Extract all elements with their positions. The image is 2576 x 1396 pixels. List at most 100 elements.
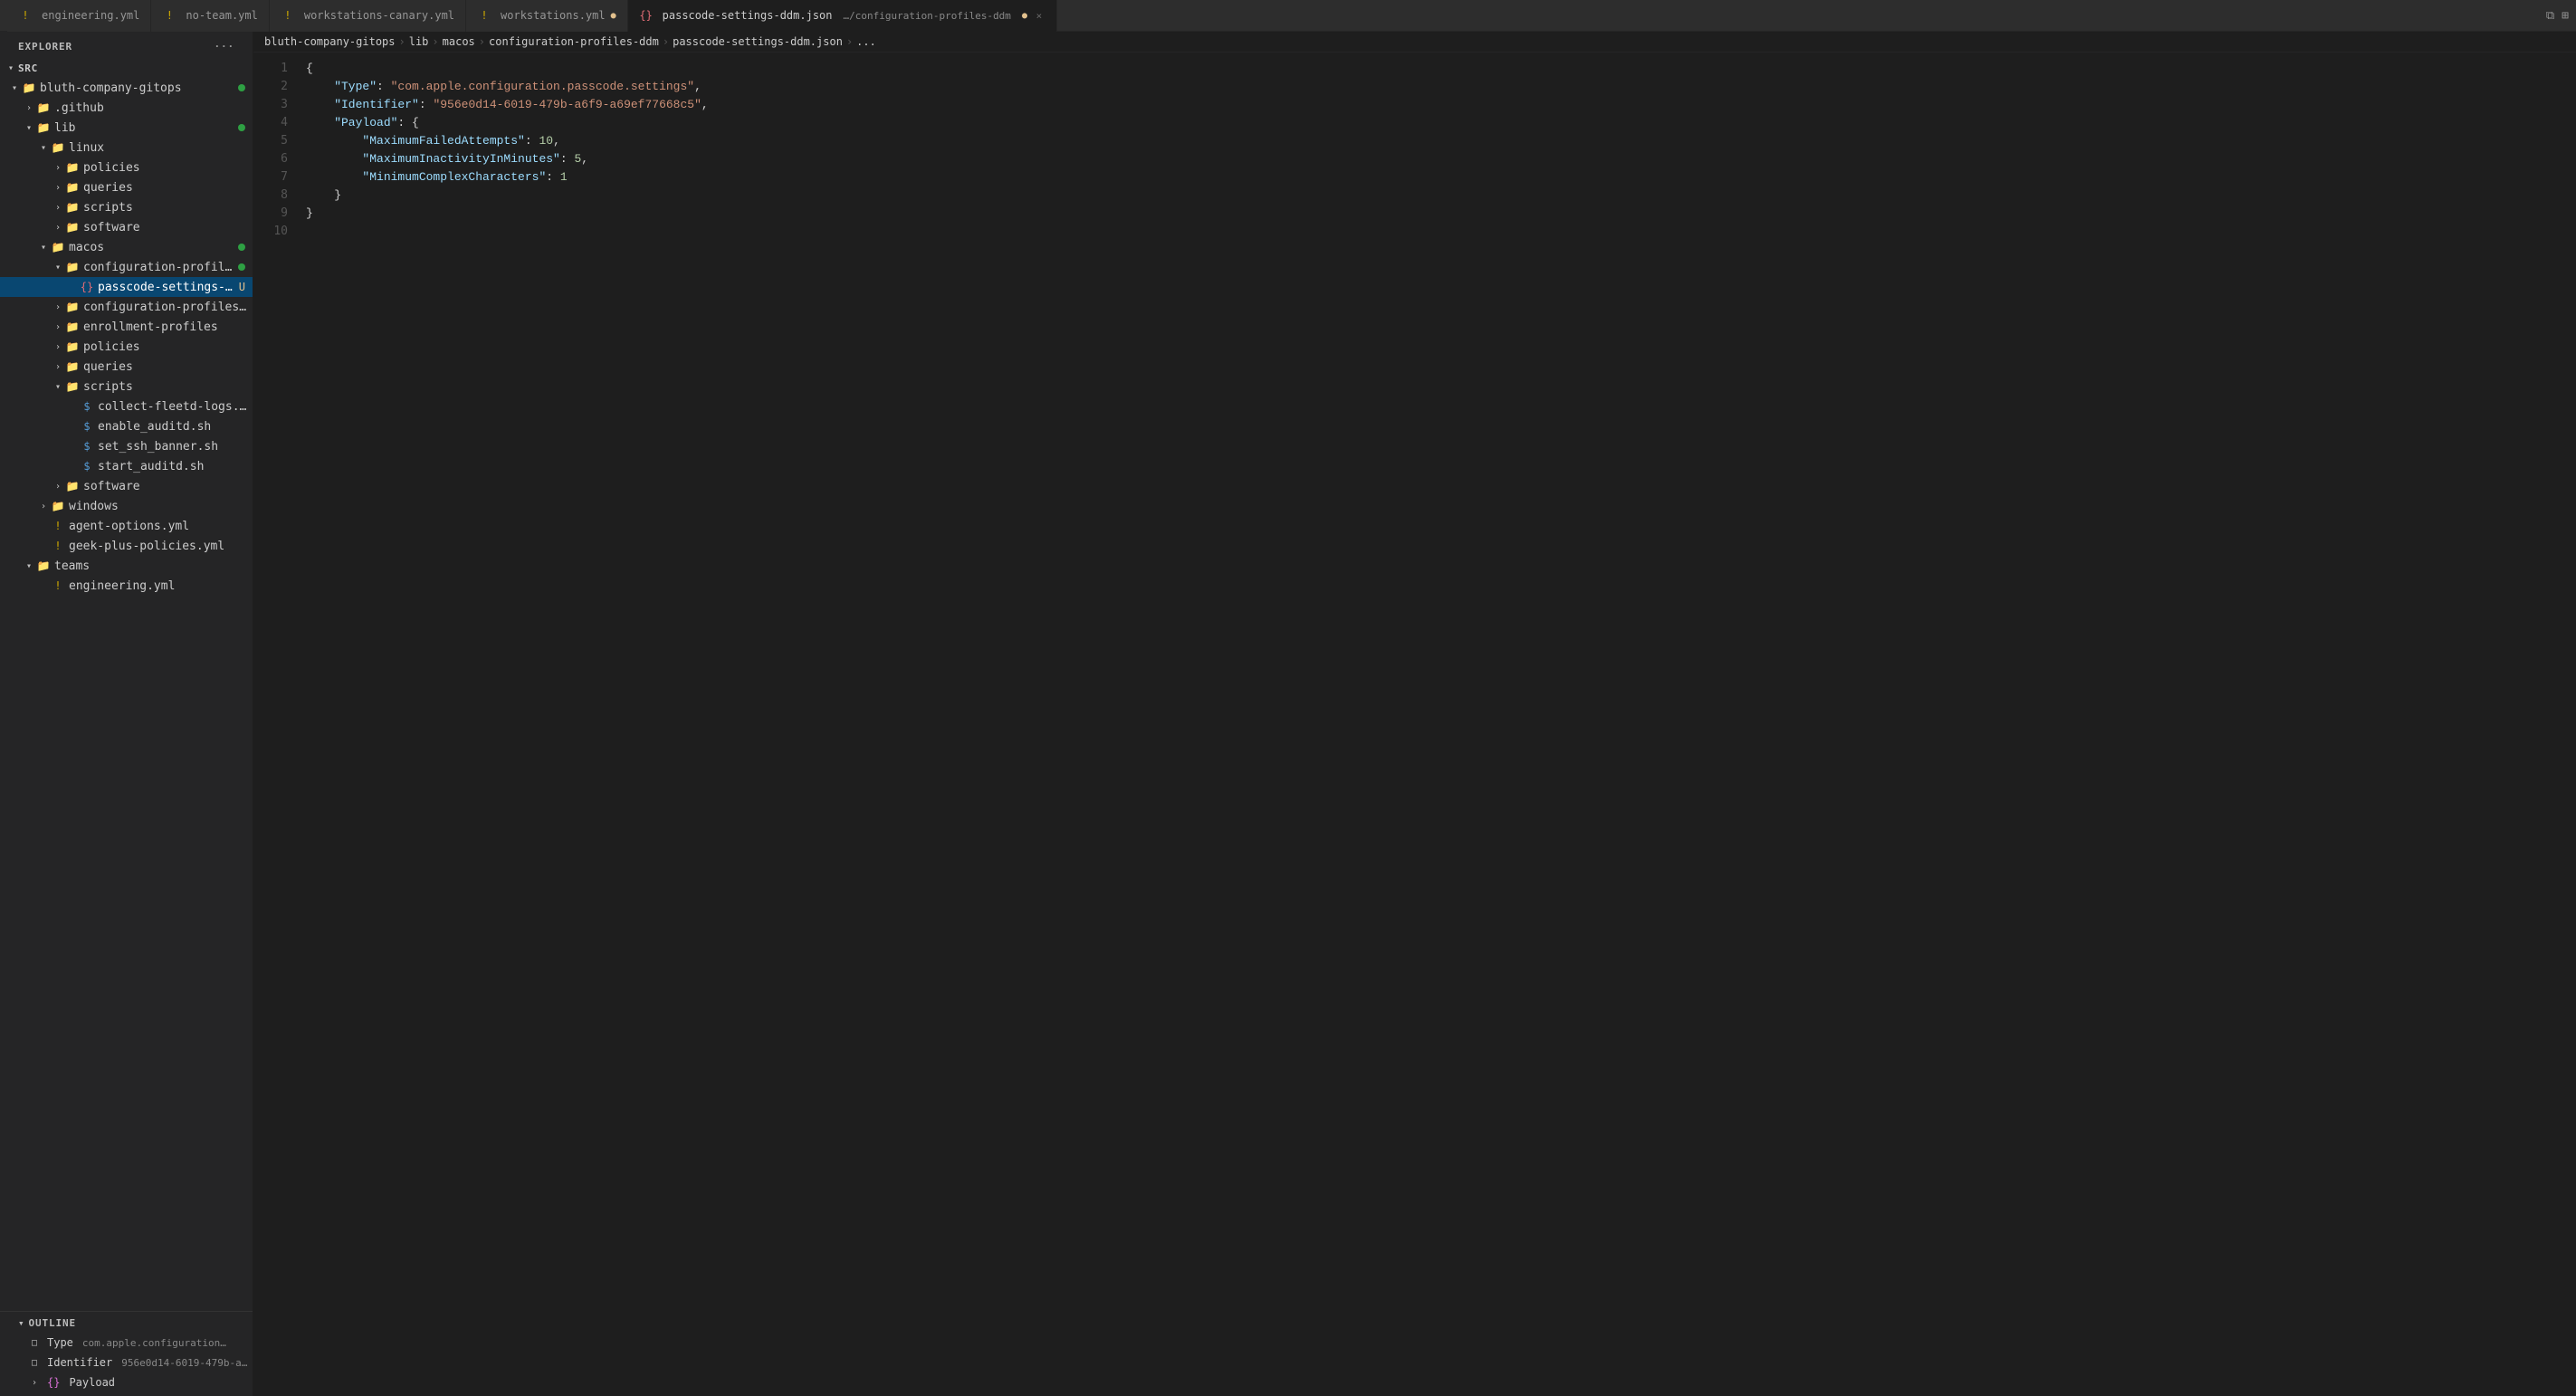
json-punctuation: : — [397, 114, 412, 132]
outline-header[interactable]: ▾ OUTLINE — [0, 1312, 253, 1333]
code-line: "Payload": { — [306, 114, 2576, 132]
sidebar-item-github[interactable]: › 📁 .github — [0, 98, 253, 118]
sidebar-item-policies-linux[interactable]: › 📁 policies — [0, 158, 253, 177]
json-key: "Identifier" — [306, 96, 419, 114]
arrow-right-icon: › — [22, 103, 36, 113]
json-brace: { — [412, 114, 419, 132]
sidebar-item-policies-macos[interactable]: › 📁 policies — [0, 337, 253, 357]
sidebar-item-lib[interactable]: ▾ 📁 lib — [0, 118, 253, 138]
shell-icon: $ — [80, 400, 94, 413]
editor-body: 12345678910 { "Type": "com.apple.configu… — [253, 53, 2576, 1396]
json-string: "956e0d14-6019-479b-a6f9-a69ef77668c5" — [433, 96, 701, 114]
sidebar-item-queries-macos[interactable]: › 📁 queries — [0, 357, 253, 377]
src-label: SRC — [18, 62, 253, 74]
sidebar-item-software-macos[interactable]: › 📁 software — [0, 476, 253, 496]
outline-item-payload[interactable]: › {} Payload — [0, 1372, 253, 1392]
sidebar-item-config-profiles-trad[interactable]: › 📁 configuration-profiles-traditional — [0, 297, 253, 317]
breadcrumb: bluth-company-gitops › lib › macos › con… — [253, 32, 2576, 53]
git-status-badge — [238, 244, 245, 251]
breadcrumb-lib[interactable]: lib — [409, 35, 429, 48]
sidebar-item-queries-linux[interactable]: › 📁 queries — [0, 177, 253, 197]
line-number: 9 — [253, 205, 299, 223]
folder-icon: 📁 — [22, 81, 36, 94]
breadcrumb-more[interactable]: ... — [856, 35, 876, 48]
sidebar-item-config-profiles-ddm[interactable]: ▾ 📁 configuration-profiles-ddm — [0, 257, 253, 277]
breadcrumb-gitops[interactable]: bluth-company-gitops — [264, 35, 396, 48]
tab-workstations[interactable]: ! workstations.yml ● — [466, 0, 628, 32]
json-key: "Type" — [306, 78, 377, 96]
warn-icon: ! — [51, 540, 65, 552]
sidebar-item-linux[interactable]: ▾ 📁 linux — [0, 138, 253, 158]
sidebar-item-teams[interactable]: ▾ 📁 teams — [0, 556, 253, 576]
sidebar-item-enable-auditd[interactable]: › $ enable_auditd.sh — [0, 416, 253, 436]
github-label: .github — [54, 101, 253, 115]
tab-engineering[interactable]: ! engineering.yml — [7, 0, 151, 32]
sidebar-item-windows[interactable]: › 📁 windows — [0, 496, 253, 516]
tab-no-team[interactable]: ! no-team.yml — [151, 0, 269, 32]
sidebar-item-scripts-macos[interactable]: ▾ 📁 scripts — [0, 377, 253, 397]
breadcrumb-macos[interactable]: macos — [443, 35, 475, 48]
tab-close-button[interactable]: × — [1033, 9, 1045, 22]
config-profiles-ddm-label: configuration-profiles-ddm — [83, 261, 238, 274]
sidebar-item-passcode-settings[interactable]: › {} passcode-settings-ddm.json U — [0, 277, 253, 297]
sidebar-item-start-auditd[interactable]: › $ start_auditd.sh — [0, 456, 253, 476]
line-number: 4 — [253, 114, 299, 132]
start-auditd-label: start_auditd.sh — [98, 460, 253, 473]
tab-label: passcode-settings-ddm.json — [663, 9, 833, 22]
enable-auditd-label: enable_auditd.sh — [98, 420, 253, 434]
outline-title: OUTLINE — [29, 1317, 77, 1329]
folder-icon: 📁 — [65, 181, 80, 194]
tab-workstations-canary[interactable]: ! workstations-canary.yml — [270, 0, 466, 32]
policies-macos-label: policies — [83, 340, 253, 354]
sidebar-item-geek-plus[interactable]: › ! geek-plus-policies.yml — [0, 536, 253, 556]
sidebar-item-agent-options[interactable]: › ! agent-options.yml — [0, 516, 253, 536]
json-icon: {} — [639, 9, 654, 22]
outline-item-identifier[interactable]: □ Identifier 956e0d14-6019-479b-a6f9-a69… — [0, 1353, 253, 1372]
sidebar-item-enrollment-profiles[interactable]: › 📁 enrollment-profiles — [0, 317, 253, 337]
arrow-down-icon: ▾ — [36, 143, 51, 153]
tab-modified-dot: ● — [1022, 11, 1027, 21]
warn-icon: ! — [51, 579, 65, 592]
sidebar-item-macos[interactable]: ▾ 📁 macos — [0, 237, 253, 257]
arrow-right-icon: › — [36, 502, 51, 512]
linux-label: linux — [69, 141, 253, 155]
line-number: 7 — [253, 168, 299, 186]
sidebar-item-collect-fleetd[interactable]: › $ collect-fleetd-logs.sh — [0, 397, 253, 416]
json-number: 5 — [574, 150, 581, 168]
line-number: 6 — [253, 150, 299, 168]
layout-icon[interactable]: ⊞ — [2562, 9, 2569, 23]
json-number: 10 — [539, 132, 553, 150]
json-file-icon: {} — [80, 281, 94, 293]
sidebar-item-src[interactable]: ▾ SRC — [0, 58, 253, 78]
line-number: 10 — [253, 223, 299, 241]
arrow-icon: □ — [27, 1358, 42, 1368]
sidebar-item-scripts-linux[interactable]: › 📁 scripts — [0, 197, 253, 217]
outline-item-type[interactable]: □ Type com.apple.configuration.passcode.… — [0, 1333, 253, 1353]
json-punctuation: : — [546, 168, 560, 186]
explorer-title: EXPLORER — [18, 41, 72, 53]
arrow-down-icon: ▾ — [22, 123, 36, 133]
breadcrumb-config-profiles[interactable]: configuration-profiles-ddm — [489, 35, 659, 48]
outline-type-value: com.apple.configuration.passcode.setti..… — [82, 1337, 227, 1349]
tab-passcode-settings[interactable]: {} passcode-settings-ddm.json …/configur… — [628, 0, 1057, 32]
shell-icon: $ — [80, 440, 94, 453]
line-number: 5 — [253, 132, 299, 150]
folder-icon: 📁 — [36, 101, 51, 114]
folder-icon: 📁 — [36, 559, 51, 572]
outline-identifier-label: Identifier — [47, 1356, 112, 1369]
folder-icon: 📁 — [65, 340, 80, 353]
sidebar-item-software-linux[interactable]: › 📁 software — [0, 217, 253, 237]
code-line: } — [306, 186, 2576, 205]
explorer-more-button[interactable]: ··· — [206, 41, 242, 53]
line-number: 2 — [253, 78, 299, 96]
sidebar-item-root[interactable]: ▾ 📁 bluth-company-gitops — [0, 78, 253, 98]
sidebar-item-set-ssh-banner[interactable]: › $ set_ssh_banner.sh — [0, 436, 253, 456]
explorer-header: EXPLORER ··· — [0, 32, 253, 58]
breadcrumb-file[interactable]: passcode-settings-ddm.json — [673, 35, 843, 48]
split-editor-icon[interactable]: ⧉ — [2546, 9, 2554, 23]
folder-icon: 📁 — [65, 201, 80, 214]
sidebar-item-engineering-teams[interactable]: › ! engineering.yml — [0, 576, 253, 596]
set-ssh-banner-label: set_ssh_banner.sh — [98, 440, 253, 454]
arrow-right-icon: › — [51, 302, 65, 312]
code-editor[interactable]: { "Type": "com.apple.configuration.passc… — [299, 53, 2576, 1396]
